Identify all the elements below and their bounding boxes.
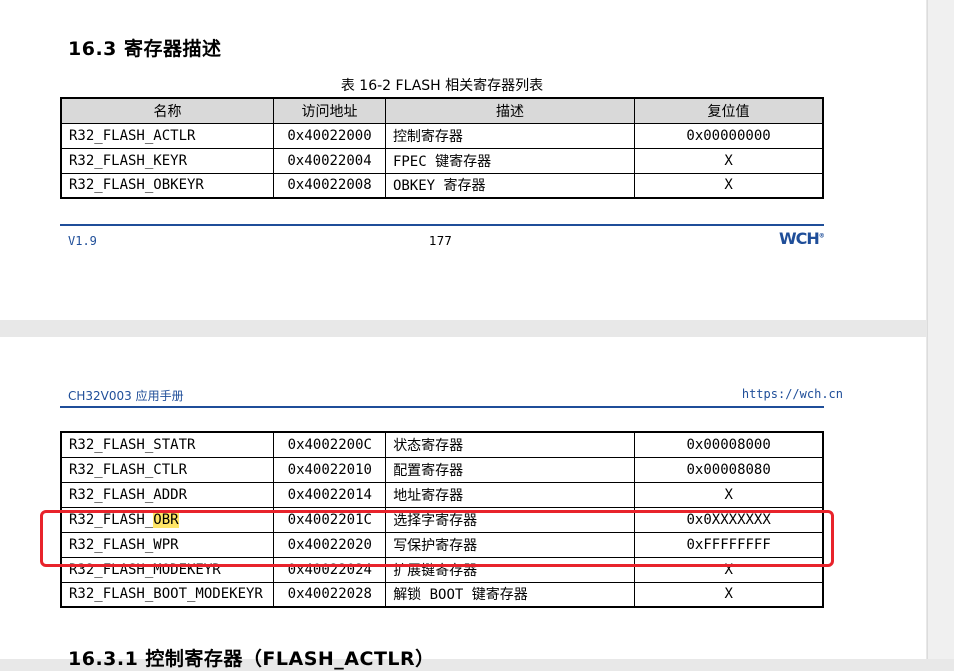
register-description: 控制寄存器	[384, 122, 636, 149]
register-reset: X	[634, 481, 824, 508]
register-reset: X	[634, 581, 824, 608]
register-name: R32_FLASH_BOOT_MODEKEYR	[60, 581, 275, 608]
table-caption: 表 16-2 FLASH 相关寄存器列表	[340, 78, 544, 94]
scrollbar-track[interactable]	[927, 0, 954, 659]
table-row: R32_FLASH_ADDR 0x40022014 地址寄存器 X	[60, 481, 824, 508]
table-row: R32_FLASH_ACTLR 0x40022000 控制寄存器 0x00000…	[60, 122, 824, 149]
register-name: R32_FLASH_ACTLR	[60, 122, 275, 149]
register-description: 配置寄存器	[385, 456, 636, 483]
register-description: 地址寄存器	[385, 481, 636, 508]
header-rule	[60, 406, 824, 408]
document-page-177: 16.3 寄存器描述 表 16-2 FLASH 相关寄存器列表 名称 访问地址 …	[0, 0, 926, 320]
section-title: 16.3 寄存器描述	[68, 38, 222, 60]
next-section-title: 16.3.1 控制寄存器（FLASH_ACTLR）	[68, 648, 435, 670]
footer-rule	[60, 224, 824, 226]
register-address: 0x40022010	[273, 456, 387, 483]
register-address: 0x40022008	[273, 172, 386, 199]
table-row: R32_FLASH_STATR 0x4002200C 状态寄存器 0x00008…	[60, 431, 824, 458]
register-name: R32_FLASH_OBKEYR	[60, 172, 275, 199]
header-address: 访问地址	[273, 97, 386, 124]
register-reset: 0x00000000	[634, 122, 824, 149]
register-name: R32_FLASH_STATR	[60, 431, 275, 458]
register-description: OBKEY 寄存器	[384, 172, 636, 199]
table-row: R32_FLASH_CTLR 0x40022010 配置寄存器 0x000080…	[60, 456, 824, 483]
table-row: R32_FLASH_KEYR 0x40022004 FPEC 键寄存器 X	[60, 147, 824, 174]
wch-logo: WCH®	[779, 229, 825, 248]
register-address: 0x40022004	[273, 147, 386, 174]
table-header-row: 名称 访问地址 描述 复位值	[60, 97, 824, 124]
register-description: FPEC 键寄存器	[384, 147, 636, 174]
register-reset: X	[634, 172, 824, 199]
page-header-title: CH32V003 应用手册	[68, 389, 184, 403]
header-description: 描述	[384, 97, 636, 124]
register-address: 0x4002200C	[273, 431, 387, 458]
register-reset: 0x00008080	[634, 456, 824, 483]
register-name: R32_FLASH_ADDR	[60, 481, 275, 508]
register-name: R32_FLASH_KEYR	[60, 147, 275, 174]
register-address: 0x40022028	[273, 581, 387, 608]
table-row: R32_FLASH_BOOT_MODEKEYR 0x40022028 解锁 BO…	[60, 581, 824, 608]
register-table-part1: 名称 访问地址 描述 复位值 R32_FLASH_ACTLR 0x4002200…	[60, 97, 824, 199]
register-address: 0x40022000	[273, 122, 386, 149]
table-row: R32_FLASH_OBKEYR 0x40022008 OBKEY 寄存器 X	[60, 172, 824, 199]
register-description: 状态寄存器	[385, 431, 636, 458]
register-reset: 0x00008000	[634, 431, 824, 458]
register-name: R32_FLASH_CTLR	[60, 456, 275, 483]
page-header-url[interactable]: https://wch.cn	[742, 387, 843, 401]
register-address: 0x40022014	[273, 481, 387, 508]
annotation-box	[40, 510, 834, 567]
register-reset: X	[634, 147, 824, 174]
footer-version: V1.9	[68, 234, 97, 248]
page-number: 177	[429, 234, 452, 248]
register-description: 解锁 BOOT 键寄存器	[385, 581, 636, 608]
header-reset-value: 复位值	[634, 97, 824, 124]
header-name: 名称	[60, 97, 275, 124]
